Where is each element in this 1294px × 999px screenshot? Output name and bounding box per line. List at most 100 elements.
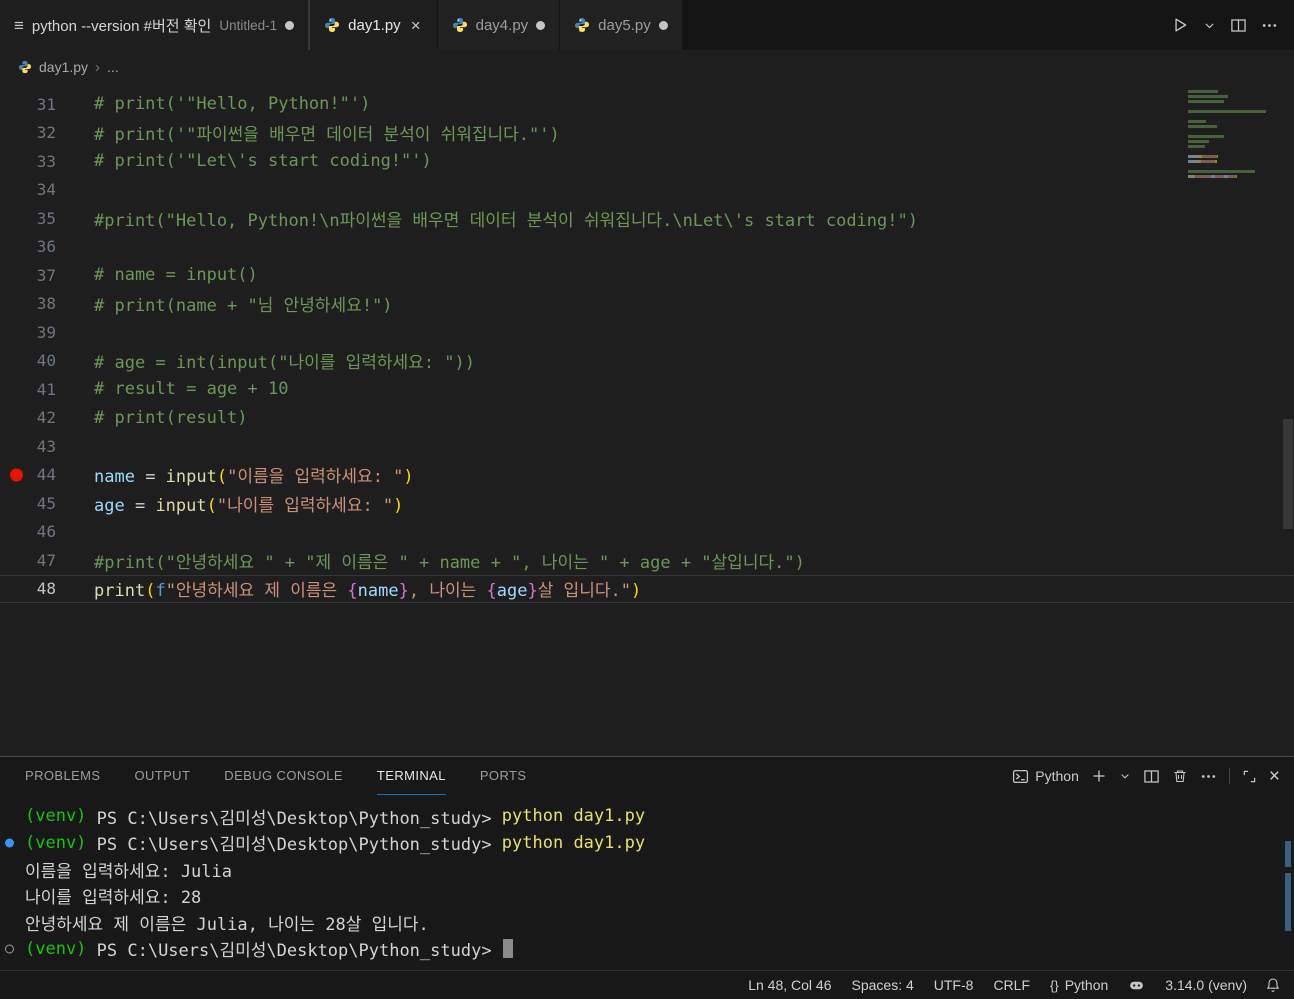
terminal-profile-button[interactable]: Python (1012, 768, 1079, 785)
line-number: 44 (36, 465, 56, 485)
editor-scrollbar[interactable] (1283, 419, 1293, 529)
code-line[interactable]: 32 # print('"파이썬을 배우면 데이터 분석이 쉬워집니다."') (0, 119, 1294, 148)
tab-day4[interactable]: day4.py (437, 0, 561, 50)
bottom-panel: PROBLEMS OUTPUT DEBUG CONSOLE TERMINAL PORTS… (0, 756, 1294, 970)
code-text: print(f"안녕하세요 제 이름은 {name}, 나이는 {age}살 입… (94, 581, 642, 602)
breadcrumb-more[interactable]: ... (107, 59, 119, 75)
split-editor-icon[interactable] (1230, 17, 1247, 34)
code-line[interactable]: 37 # name = input() (0, 261, 1294, 290)
command-decoration-prompt[interactable] (5, 944, 14, 954)
line-number: 42 (36, 408, 56, 428)
terminal-line[interactable]: 안녕하세요 제 이름은 Julia, 나이는 28살 입니다. (0, 909, 1294, 936)
line-number: 33 (36, 151, 56, 171)
toolbar-separator (1228, 768, 1230, 784)
panel-tab-debug-console[interactable]: DEBUG CONSOLE (224, 757, 343, 795)
tab-untitled-1[interactable]: ≡ python --version #버전 확인 Untitled-1 (0, 0, 311, 50)
line-number: 45 (36, 493, 56, 513)
breadcrumb[interactable]: day1.py › ... (0, 50, 1294, 84)
python-icon (18, 60, 32, 74)
terminal-line[interactable]: 이름을 입력하세요: Julia (0, 856, 1294, 883)
run-dropdown-chevron-icon[interactable] (1203, 19, 1216, 32)
terminal-line[interactable]: (venv) PS C:\Users\김미성\Desktop\Python_st… (0, 936, 1294, 963)
encoding-status[interactable]: UTF-8 (924, 977, 984, 993)
code-text: # result = age + 10 (94, 379, 289, 400)
terminal-cursor (502, 939, 513, 959)
terminal-line[interactable]: (venv) PS C:\Users\김미성\Desktop\Python_st… (0, 830, 1294, 857)
terminal-line[interactable]: (venv) PS C:\Users\김미성\Desktop\Python_st… (0, 803, 1294, 830)
more-actions-icon[interactable] (1261, 17, 1278, 34)
python-icon (452, 18, 467, 32)
cursor-position-status[interactable]: Ln 48, Col 46 (738, 977, 841, 993)
tab-label: day4.py (475, 16, 529, 34)
language-mode-status[interactable]: {} Python (1040, 977, 1118, 993)
code-line[interactable]: 47 #print("안녕하세요 " + "제 이름은 " + name + ",… (0, 546, 1294, 575)
notifications-bell-icon[interactable] (1257, 977, 1294, 993)
breadcrumb-file[interactable]: day1.py (39, 59, 88, 75)
code-line[interactable]: 48 print(f"안녕하세요 제 이름은 {name}, 나이는 {age}살… (0, 575, 1294, 604)
tab-label: day1.py (348, 16, 401, 34)
code-line[interactable]: 35 #print("Hello, Python!\n파이썬을 배우면 데이터 분… (0, 204, 1294, 233)
kill-terminal-trash-icon[interactable] (1172, 768, 1188, 784)
panel-more-actions-icon[interactable] (1200, 768, 1217, 785)
tab-day5[interactable]: day5.py (560, 0, 683, 50)
code-line[interactable]: 43 (0, 432, 1294, 461)
line-number: 43 (36, 436, 56, 456)
terminal-icon (1013, 769, 1029, 783)
split-terminal-icon[interactable] (1143, 768, 1160, 785)
terminal-line[interactable]: 나이를 입력하세요: 28 (0, 883, 1294, 910)
code-text: # print('"Let\'s start coding!"') (94, 151, 432, 172)
modified-dot[interactable] (658, 20, 668, 30)
close-panel-icon[interactable]: × (1269, 767, 1280, 786)
new-terminal-icon[interactable] (1091, 768, 1107, 784)
python-interpreter-status[interactable]: 3.14.0 (venv) (1155, 977, 1257, 993)
code-line[interactable]: 41 # result = age + 10 (0, 375, 1294, 404)
code-text: # print('"파이썬을 배우면 데이터 분석이 쉬워집니다."') (94, 125, 560, 146)
close-tab-icon[interactable]: × (409, 17, 423, 34)
panel-tab-ports[interactable]: PORTS (480, 757, 527, 795)
modified-dot[interactable] (285, 20, 295, 30)
line-number: 39 (36, 322, 56, 342)
panel-tab-terminal[interactable]: TERMINAL (376, 757, 446, 795)
line-number: 40 (36, 351, 56, 371)
chevron-right-icon: › (95, 58, 101, 76)
terminal-dropdown-chevron-icon[interactable] (1119, 770, 1131, 782)
code-line[interactable]: 34 (0, 176, 1294, 205)
minimap[interactable] (1188, 90, 1280, 180)
maximize-panel-icon[interactable] (1242, 769, 1257, 784)
run-button[interactable] (1171, 16, 1189, 34)
code-line[interactable]: 38 # print(name + "님 안녕하세요!") (0, 290, 1294, 319)
code-line[interactable]: 39 (0, 318, 1294, 347)
code-line[interactable]: 36 (0, 233, 1294, 262)
terminal-output[interactable]: (venv) PS C:\Users\김미성\Desktop\Python_st… (0, 795, 1294, 970)
panel-tab-output[interactable]: OUTPUT (134, 757, 190, 795)
plaintext-file-icon: ≡ (14, 15, 24, 35)
modified-dot[interactable] (536, 20, 546, 30)
code-line[interactable]: 33 # print('"Let\'s start coding!"') (0, 147, 1294, 176)
code-line[interactable]: 42 # print(result) (0, 404, 1294, 433)
code-line[interactable]: 31 # print('"Hello, Python!"') (0, 90, 1294, 119)
editor-tab-bar: ≡ python --version #버전 확인 Untitled-1 day… (0, 0, 1294, 50)
line-number: 41 (36, 379, 56, 399)
copilot-status[interactable] (1118, 977, 1155, 994)
indentation-status[interactable]: Spaces: 4 (842, 977, 924, 993)
status-bar: Ln 48, Col 46 Spaces: 4 UTF-8 CRLF {} Py… (0, 970, 1294, 999)
command-decoration-success[interactable] (5, 838, 14, 848)
python-icon (575, 18, 590, 32)
tab-day1[interactable]: day1.py × (310, 0, 438, 50)
code-area[interactable]: 31 # print('"Hello, Python!"') 32 # print('… (0, 84, 1294, 603)
code-line[interactable]: 44 name = input("이름을 입력하세요: ") (0, 461, 1294, 490)
code-text: age = input("나이를 입력하세요: ") (94, 495, 404, 516)
breakpoint-dot[interactable] (10, 468, 23, 482)
editor-actions (1155, 0, 1294, 50)
eol-status[interactable]: CRLF (983, 977, 1040, 993)
language-label: Python (1064, 977, 1109, 993)
code-line[interactable]: 40 # age = int(input("나이를 입력하세요: ")) (0, 347, 1294, 376)
line-number: 31 (36, 94, 56, 114)
code-text: #print("Hello, Python!\n파이썬을 배우면 데이터 분석이… (94, 210, 918, 231)
panel-tab-problems[interactable]: PROBLEMS (25, 757, 100, 795)
line-number: 46 (36, 522, 56, 542)
editor[interactable]: 31 # print('"Hello, Python!"') 32 # print('… (0, 84, 1294, 756)
code-line[interactable]: 45 age = input("나이를 입력하세요: ") (0, 489, 1294, 518)
code-text: # age = int(input("나이를 입력하세요: ")) (94, 353, 475, 374)
code-line[interactable]: 46 (0, 518, 1294, 547)
